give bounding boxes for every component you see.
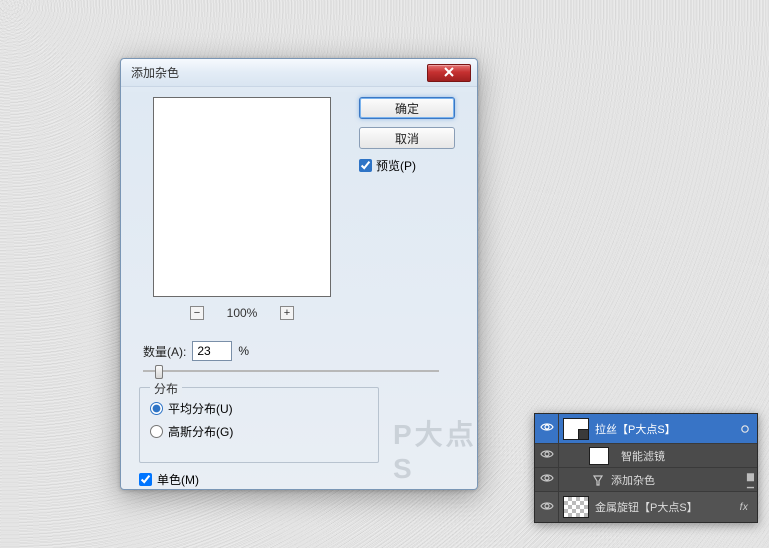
slider-track	[143, 370, 439, 372]
preview-area[interactable]	[153, 97, 331, 297]
dialog-titlebar[interactable]: 添加杂色	[121, 59, 477, 87]
zoom-out-button[interactable]: −	[190, 306, 204, 320]
eye-icon	[540, 473, 554, 486]
watermark-text: P大点S	[393, 413, 477, 485]
preview-checkbox-label: 预览(P)	[376, 157, 416, 174]
filter-item-icon	[591, 473, 605, 487]
gaussian-radio[interactable]	[150, 425, 163, 438]
amount-row: 数量(A): %	[143, 341, 249, 361]
layer-row-add-noise-filter[interactable]: 添加杂色 ▆▁	[535, 468, 757, 492]
layer-thumbnail[interactable]	[563, 496, 589, 518]
dialog-body: − 100% + 确定 取消 预览(P) 数量(A): % 分布 平均分布(U	[121, 87, 477, 489]
eye-icon	[540, 501, 554, 514]
filter-mask-thumbnail[interactable]	[589, 447, 609, 465]
cancel-button[interactable]: 取消	[359, 127, 455, 149]
distribution-legend: 分布	[150, 380, 182, 397]
fx-badge: fx	[740, 502, 749, 513]
ok-button[interactable]: 确定	[359, 97, 455, 119]
layer-thumbnail[interactable]	[563, 418, 589, 440]
uniform-radio-label: 平均分布(U)	[168, 400, 233, 417]
zoom-controls: − 100% +	[153, 303, 331, 323]
distribution-fieldset: 分布 平均分布(U) 高斯分布(G)	[139, 387, 379, 463]
amount-slider[interactable]	[143, 363, 439, 379]
amount-label: 数量(A):	[143, 343, 186, 360]
visibility-toggle[interactable]	[535, 414, 559, 443]
close-button[interactable]	[427, 64, 471, 82]
preview-checkbox[interactable]	[359, 159, 372, 172]
monochrome-row[interactable]: 单色(M)	[139, 471, 199, 488]
layer-row-smart-filters[interactable]: 智能滤镜	[535, 444, 757, 468]
monochrome-label: 单色(M)	[157, 471, 199, 488]
layer-name[interactable]: 智能滤镜	[621, 448, 757, 464]
filter-blend-icon[interactable]: ▆▁	[743, 473, 757, 487]
dialog-buttons: 确定 取消 预览(P)	[359, 97, 455, 174]
filter-collapse-icon[interactable]	[733, 414, 757, 443]
layer-row-metal-knob[interactable]: 金属旋钮【P大点S】 fx	[535, 492, 757, 522]
preview-checkbox-row[interactable]: 预览(P)	[359, 157, 455, 174]
amount-input[interactable]	[192, 341, 232, 361]
dialog-title: 添加杂色	[131, 64, 427, 81]
eye-icon	[540, 422, 554, 435]
layer-name[interactable]: 添加杂色	[611, 472, 743, 488]
slider-thumb[interactable]	[155, 365, 163, 379]
zoom-in-button[interactable]: +	[280, 306, 294, 320]
layers-panel: 拉丝【P大点S】 智能滤镜 添加杂色 ▆▁	[534, 413, 758, 523]
eye-icon	[540, 449, 554, 462]
gaussian-radio-row[interactable]: 高斯分布(G)	[150, 423, 368, 440]
visibility-toggle[interactable]	[535, 492, 559, 522]
close-icon	[444, 66, 454, 80]
add-noise-dialog: 添加杂色 − 100% + 确定 取消 预览(P) 数量(A): %	[120, 58, 478, 490]
layer-row-brushed[interactable]: 拉丝【P大点S】	[535, 414, 757, 444]
fx-indicator[interactable]: fx	[733, 492, 757, 522]
monochrome-checkbox[interactable]	[139, 473, 152, 486]
uniform-radio[interactable]	[150, 402, 163, 415]
layer-name[interactable]: 拉丝【P大点S】	[595, 421, 733, 437]
amount-suffix: %	[238, 344, 249, 358]
visibility-toggle[interactable]	[535, 444, 559, 467]
zoom-level: 100%	[222, 306, 262, 320]
gaussian-radio-label: 高斯分布(G)	[168, 423, 233, 440]
visibility-toggle[interactable]	[535, 468, 559, 491]
uniform-radio-row[interactable]: 平均分布(U)	[150, 400, 368, 417]
layer-name[interactable]: 金属旋钮【P大点S】	[595, 499, 733, 515]
